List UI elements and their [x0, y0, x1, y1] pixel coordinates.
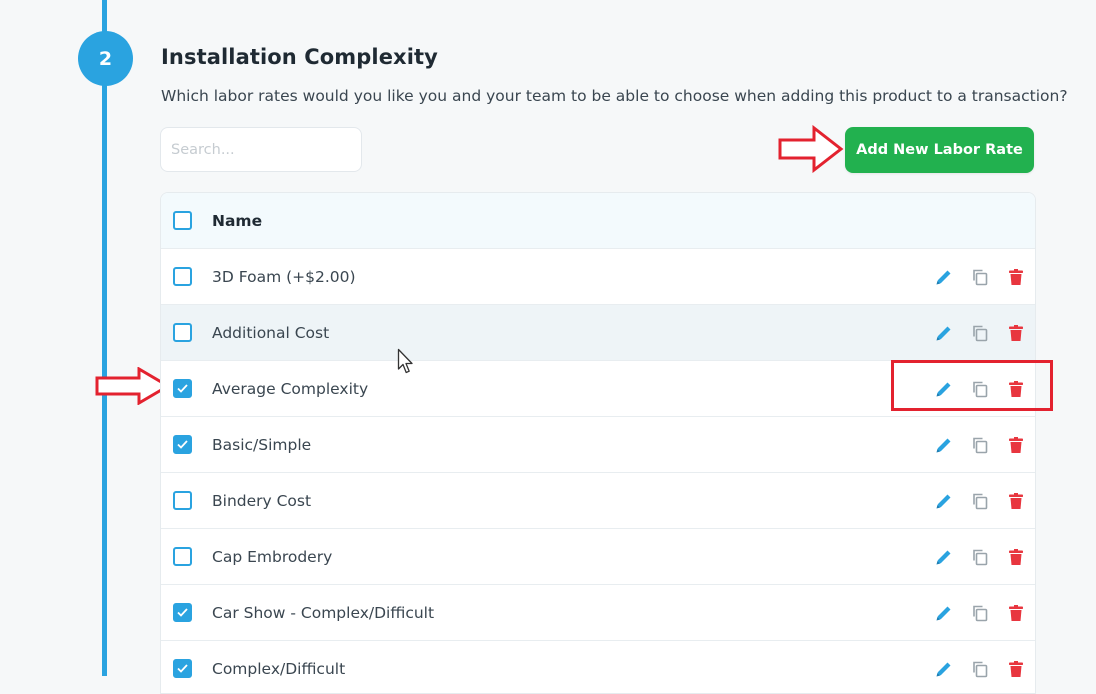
copy-icon [970, 323, 990, 343]
duplicate-button[interactable] [969, 322, 991, 344]
row-actions [933, 585, 1027, 640]
delete-button[interactable] [1005, 602, 1027, 624]
trash-icon [1006, 323, 1026, 343]
pencil-icon [934, 267, 954, 287]
trash-icon [1006, 435, 1026, 455]
row-checkbox[interactable] [173, 603, 192, 622]
delete-button[interactable] [1005, 546, 1027, 568]
delete-button[interactable] [1005, 266, 1027, 288]
edit-button[interactable] [933, 546, 955, 568]
row-actions [933, 417, 1027, 472]
row-actions [933, 529, 1027, 584]
delete-button[interactable] [1005, 434, 1027, 456]
edit-button[interactable] [933, 434, 955, 456]
row-name: Additional Cost [212, 323, 330, 342]
trash-icon [1006, 267, 1026, 287]
section-title: Installation Complexity [161, 45, 438, 69]
row-name: Bindery Cost [212, 491, 312, 510]
search-input[interactable] [160, 127, 362, 172]
table-row[interactable]: Car Show - Complex/Difficult [161, 585, 1035, 641]
edit-button[interactable] [933, 658, 955, 680]
duplicate-button[interactable] [969, 490, 991, 512]
row-name: Car Show - Complex/Difficult [212, 603, 435, 622]
edit-button[interactable] [933, 490, 955, 512]
copy-icon [970, 491, 990, 511]
copy-icon [970, 603, 990, 623]
row-checkbox[interactable] [173, 491, 192, 510]
pencil-icon [934, 603, 954, 623]
mouse-cursor-icon [397, 348, 413, 374]
row-name: 3D Foam (+$2.00) [212, 267, 356, 286]
annotation-highlight-box [891, 360, 1053, 411]
duplicate-button[interactable] [969, 658, 991, 680]
table-header-row: Name [161, 193, 1035, 249]
row-actions [933, 249, 1027, 304]
labor-rates-table: Name 3D Foam (+$2.00) Additional Cost Aver… [160, 192, 1036, 694]
select-all-checkbox[interactable] [173, 211, 192, 230]
table-row[interactable]: Cap Embrodery [161, 529, 1035, 585]
edit-button[interactable] [933, 266, 955, 288]
delete-button[interactable] [1005, 322, 1027, 344]
duplicate-button[interactable] [969, 266, 991, 288]
pencil-icon [934, 323, 954, 343]
trash-icon [1006, 547, 1026, 567]
table-row[interactable]: Basic/Simple [161, 417, 1035, 473]
table-row[interactable]: 3D Foam (+$2.00) [161, 249, 1035, 305]
row-checkbox[interactable] [173, 323, 192, 342]
table-row[interactable]: Bindery Cost [161, 473, 1035, 529]
duplicate-button[interactable] [969, 546, 991, 568]
edit-button[interactable] [933, 602, 955, 624]
row-checkbox[interactable] [173, 267, 192, 286]
row-name: Basic/Simple [212, 435, 312, 454]
trash-icon [1006, 603, 1026, 623]
add-new-labor-rate-button[interactable]: Add New Labor Rate [845, 127, 1034, 173]
pencil-icon [934, 435, 954, 455]
row-name: Cap Embrodery [212, 547, 333, 566]
row-checkbox[interactable] [173, 547, 192, 566]
duplicate-button[interactable] [969, 602, 991, 624]
pencil-icon [934, 491, 954, 511]
trash-icon [1006, 491, 1026, 511]
copy-icon [970, 547, 990, 567]
name-column-header: Name [212, 211, 263, 230]
timeline-line [102, 0, 107, 676]
duplicate-button[interactable] [969, 434, 991, 456]
row-checkbox[interactable] [173, 379, 192, 398]
delete-button[interactable] [1005, 490, 1027, 512]
row-checkbox[interactable] [173, 659, 192, 678]
table-row[interactable]: Additional Cost [161, 305, 1035, 361]
edit-button[interactable] [933, 322, 955, 344]
row-actions [933, 305, 1027, 360]
row-name: Complex/Difficult [212, 659, 346, 678]
row-name: Average Complexity [212, 379, 369, 398]
copy-icon [970, 267, 990, 287]
step-number-badge: 2 [78, 31, 133, 86]
row-actions [933, 641, 1027, 693]
section-description: Which labor rates would you like you and… [161, 87, 1068, 105]
pencil-icon [934, 547, 954, 567]
copy-icon [970, 435, 990, 455]
row-checkbox[interactable] [173, 435, 192, 454]
table-row[interactable]: Complex/Difficult [161, 641, 1035, 693]
delete-button[interactable] [1005, 658, 1027, 680]
row-actions [933, 473, 1027, 528]
annotation-arrow-icon [778, 125, 844, 173]
